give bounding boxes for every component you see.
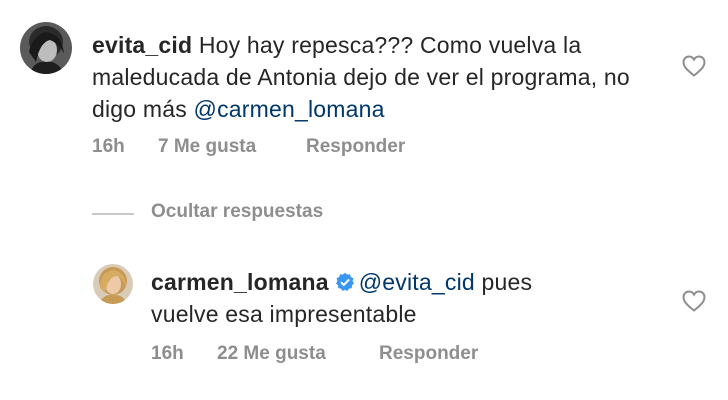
comment-body: evita_cid Hoy hay repesca??? Como vuelva… [92,29,652,125]
reply-body: carmen_lomana @evita_cid pues vuelve esa … [151,266,671,330]
replies-divider [92,213,134,215]
avatar-photo [20,22,72,74]
reply-likes[interactable]: 22 Me gusta [217,343,326,365]
reply-time: 16h [151,343,184,364]
comment-likes[interactable]: 7 Me gusta [158,136,256,158]
verified-badge-icon [335,268,355,291]
reply-text-line1: pues [481,269,533,295]
comment-mention[interactable]: @carmen_lomana [194,96,385,122]
reply-mention[interactable]: @evita_cid [359,269,475,295]
reply-like-heart-icon[interactable] [682,290,706,312]
comment-reply-button[interactable]: Responder [306,136,405,158]
like-heart-icon[interactable] [682,55,706,77]
reply-text-line2: vuelve esa impresentable [151,301,417,327]
avatar-photo [93,264,133,304]
reply-username[interactable]: carmen_lomana [151,269,329,295]
hide-replies-button[interactable]: Ocultar respuestas [151,201,323,223]
comment-time: 16h [92,136,125,157]
comment-meta: 16h 7 Me gusta Responder [92,136,492,160]
avatar-evita-cid[interactable] [20,22,72,74]
avatar-carmen-lomana[interactable] [93,264,133,304]
reply-meta: 16h 22 Me gusta Responder [151,343,551,367]
comment-username[interactable]: evita_cid [92,32,192,58]
reply-reply-button[interactable]: Responder [379,343,478,365]
